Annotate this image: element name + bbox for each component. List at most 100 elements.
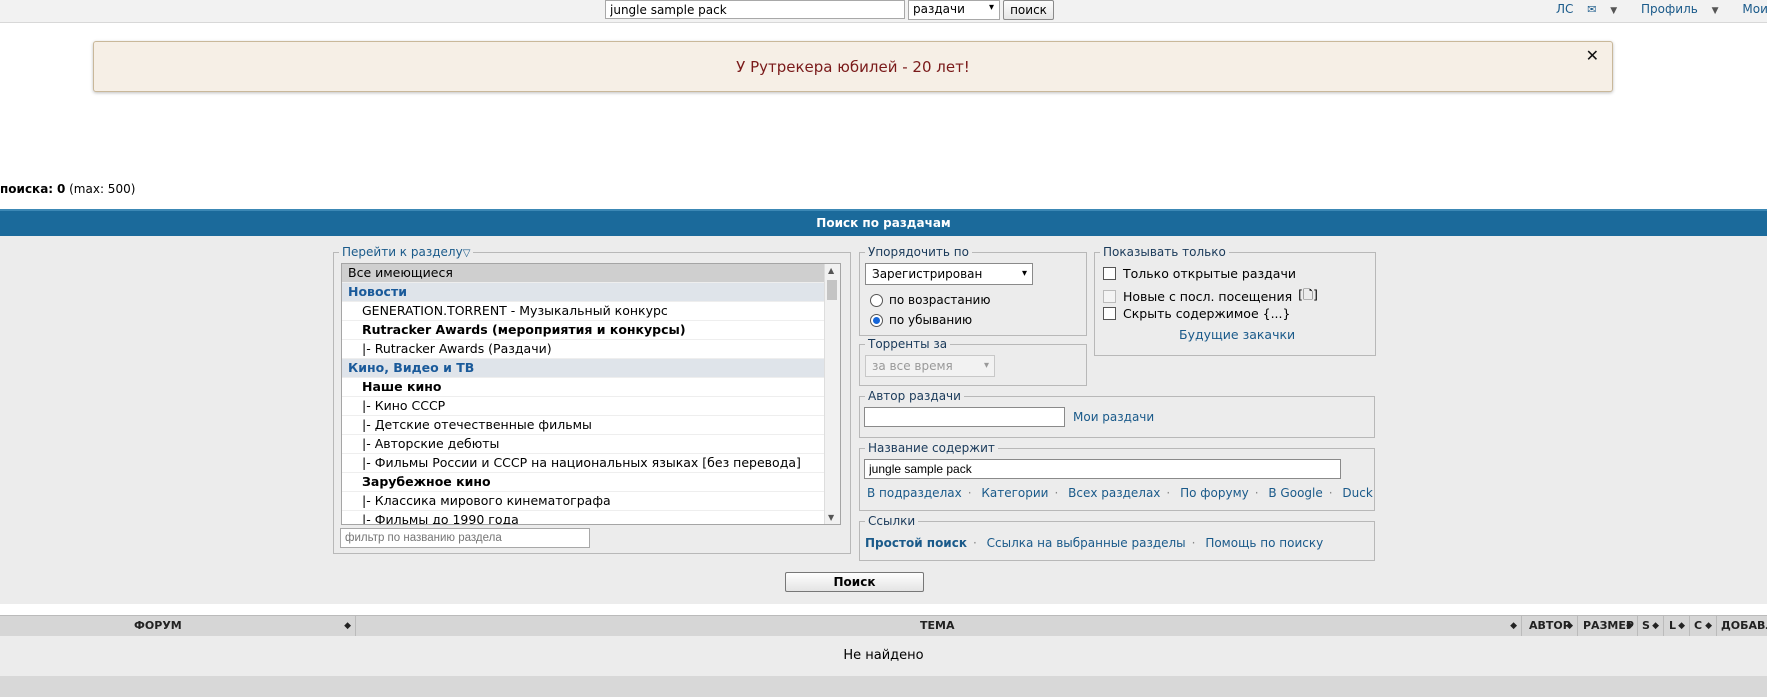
profile-link[interactable]: Профиль ▼: [1641, 2, 1729, 16]
author-input[interactable]: [864, 407, 1065, 427]
col-added[interactable]: ДОБАВЛЕ: [1717, 616, 1767, 636]
period-select[interactable]: за все время ▾: [865, 355, 995, 377]
chevron-down-icon: ▾: [983, 360, 989, 371]
scroll-down-icon[interactable]: ▼: [828, 513, 834, 522]
forum-option[interactable]: |- Авторские дебюты: [342, 435, 840, 454]
scroll-thumb[interactable]: [827, 280, 837, 300]
page-title: Поиск по раздачам: [0, 209, 1767, 236]
new-since-label: Новые с посл. посещения: [1123, 289, 1293, 304]
sort-asc-radio[interactable]: по возрастанию: [870, 293, 990, 307]
mail-icon: ✉: [1587, 3, 1597, 16]
simple-search-link[interactable]: Простой поиск: [865, 536, 967, 550]
forum-option[interactable]: |- Фильмы до 1990 года: [342, 511, 840, 524]
forum-option[interactable]: |- Кино СССР: [342, 397, 840, 416]
sort-icon: ◆: [1626, 621, 1633, 631]
categories-link[interactable]: Категории: [981, 486, 1048, 500]
sort-icon: ◆: [1652, 621, 1659, 631]
no-results-message: Не найдено: [0, 636, 1767, 676]
forum-option[interactable]: |- Rutracker Awards (Раздачи): [342, 340, 840, 359]
counter-label: поиска:: [0, 182, 54, 196]
results-footer: [0, 676, 1767, 697]
my-uploads-link[interactable]: Мои раздачи: [1073, 410, 1154, 424]
my-messages-link[interactable]: Мои сообщени: [1742, 2, 1767, 16]
forum-option[interactable]: |- Классика мирового кинематографа: [342, 492, 840, 511]
forum-category[interactable]: Новости: [342, 283, 840, 302]
chevron-down-icon: ▼: [1711, 6, 1719, 16]
title-scope-links: В подразделах · Категории · Всех разделах ·…: [867, 486, 1373, 500]
forum-category[interactable]: Кино, Видео и ТВ: [342, 359, 840, 378]
new-file-icon: [🗋]: [1298, 287, 1318, 302]
results-header: ФОРУМ ◆ ТЕМА ◆ АВТОР ◆ РАЗМЕР ◆ S ◆ L ◆ C ◆ ДОБ…: [0, 615, 1767, 637]
show-only-legend: Показывать только: [1100, 245, 1229, 259]
sort-icon: ◆: [1678, 621, 1685, 631]
by-forum-link[interactable]: По форуму: [1180, 486, 1249, 500]
search-counter: поиска: 0 (max: 500): [0, 182, 135, 196]
search-scope-value: раздачи: [913, 2, 965, 16]
col-size[interactable]: РАЗМЕР ◆: [1578, 616, 1638, 636]
sort-desc-label: по убыванию: [889, 313, 973, 327]
title-legend: Название содержит: [865, 441, 998, 455]
google-link[interactable]: В Google: [1268, 486, 1322, 500]
forum-list-scrollbar[interactable]: ▲ ▼: [824, 264, 840, 524]
col-forum[interactable]: ФОРУМ ◆: [0, 616, 356, 636]
sort-legend: Упорядочить по: [865, 245, 972, 259]
open-only-checkbox[interactable]: Только открытые раздачи: [1103, 266, 1296, 281]
col-author[interactable]: АВТОР ◆: [1522, 616, 1578, 636]
forum-option[interactable]: Все имеющиеся: [342, 264, 840, 283]
forum-option[interactable]: Rutracker Awards (мероприятия и конкурсы…: [342, 321, 840, 340]
sort-icon: ◆: [1510, 621, 1517, 631]
title-fieldset: Название содержит: [859, 441, 1375, 511]
forum-legend[interactable]: Перейти к разделу▽: [339, 245, 474, 261]
forum-list[interactable]: Все имеющиеся Новости GENERATION.TORRENT -…: [341, 263, 841, 525]
sort-asc-label: по возрастанию: [889, 293, 991, 307]
sort-icon: ◆: [1705, 621, 1712, 631]
forum-option[interactable]: Зарубежное кино: [342, 473, 840, 492]
radio-checked-icon: [870, 313, 883, 327]
selected-sections-link[interactable]: Ссылка на выбранные разделы: [987, 536, 1186, 550]
user-links: ЛС ✉ ▼ Профиль ▼ Мои сообщени: [1556, 2, 1767, 16]
checkbox-icon: [1103, 267, 1116, 280]
checkbox-icon: [1103, 290, 1116, 303]
period-legend: Торренты за: [865, 337, 951, 351]
search-submit-button[interactable]: Поиск: [785, 572, 924, 592]
announcement-text: У Рутрекера юбилей - 20 лет!: [736, 58, 970, 76]
col-topic[interactable]: ТЕМА ◆: [356, 616, 1522, 636]
scroll-up-icon[interactable]: ▲: [828, 266, 834, 275]
sort-select-value: Зарегистрирован: [872, 267, 983, 281]
col-completed[interactable]: C ◆: [1690, 616, 1717, 636]
duck-link[interactable]: Duck: [1342, 486, 1372, 500]
forum-option[interactable]: |- Детские отечественные фильмы: [342, 416, 840, 435]
links-legend: Ссылки: [865, 514, 919, 528]
search-help-link[interactable]: Помощь по поиску: [1205, 536, 1323, 550]
top-search-button[interactable]: поиск: [1003, 0, 1054, 20]
forum-option[interactable]: |- Фильмы России и СССР на национальных …: [342, 454, 840, 473]
author-legend: Автор раздачи: [865, 389, 964, 403]
in-subforums-link[interactable]: В подразделах: [867, 486, 962, 500]
all-sections-link[interactable]: Всех разделах: [1068, 486, 1160, 500]
col-leechers[interactable]: L ◆: [1664, 616, 1690, 636]
sort-icon: ◆: [1566, 621, 1573, 631]
sort-desc-radio[interactable]: по убыванию: [870, 313, 972, 327]
chevron-down-icon: ▼: [1610, 6, 1618, 16]
pm-link[interactable]: ЛС ✉ ▼: [1556, 2, 1627, 16]
title-input[interactable]: [864, 459, 1341, 479]
forum-option[interactable]: GENERATION.TORRENT - Музыкальный конкурс: [342, 302, 840, 321]
future-downloads-link[interactable]: Будущие закачки: [1179, 327, 1295, 342]
forum-option[interactable]: Наше кино: [342, 378, 840, 397]
period-select-value: за все время: [872, 359, 953, 373]
counter-value: 0: [56, 182, 66, 196]
sort-select[interactable]: Зарегистрирован ▾: [865, 263, 1033, 285]
col-seeders[interactable]: S ◆: [1638, 616, 1664, 636]
checkbox-icon: [1103, 307, 1116, 320]
search-scope-select[interactable]: раздачи ▾: [908, 0, 1000, 20]
sort-icon: ◆: [344, 621, 351, 631]
top-search-input[interactable]: [605, 0, 905, 19]
announcement-banner: У Рутрекера юбилей - 20 лет! ✕: [93, 41, 1613, 92]
forum-filter-input[interactable]: [340, 528, 590, 548]
hide-content-checkbox[interactable]: Скрыть содержимое {...}: [1103, 306, 1290, 321]
close-icon[interactable]: ✕: [1586, 46, 1599, 65]
hide-content-label: Скрыть содержимое {...}: [1123, 306, 1291, 321]
new-since-checkbox[interactable]: Новые с посл. посещения [🗋]: [1103, 286, 1318, 307]
search-panel: Перейти к разделу▽ Все имеющиеся Новости G…: [0, 236, 1767, 604]
top-bar: раздачи ▾ поиск ЛС ✉ ▼ Профиль ▼ Мои соо…: [0, 0, 1767, 23]
